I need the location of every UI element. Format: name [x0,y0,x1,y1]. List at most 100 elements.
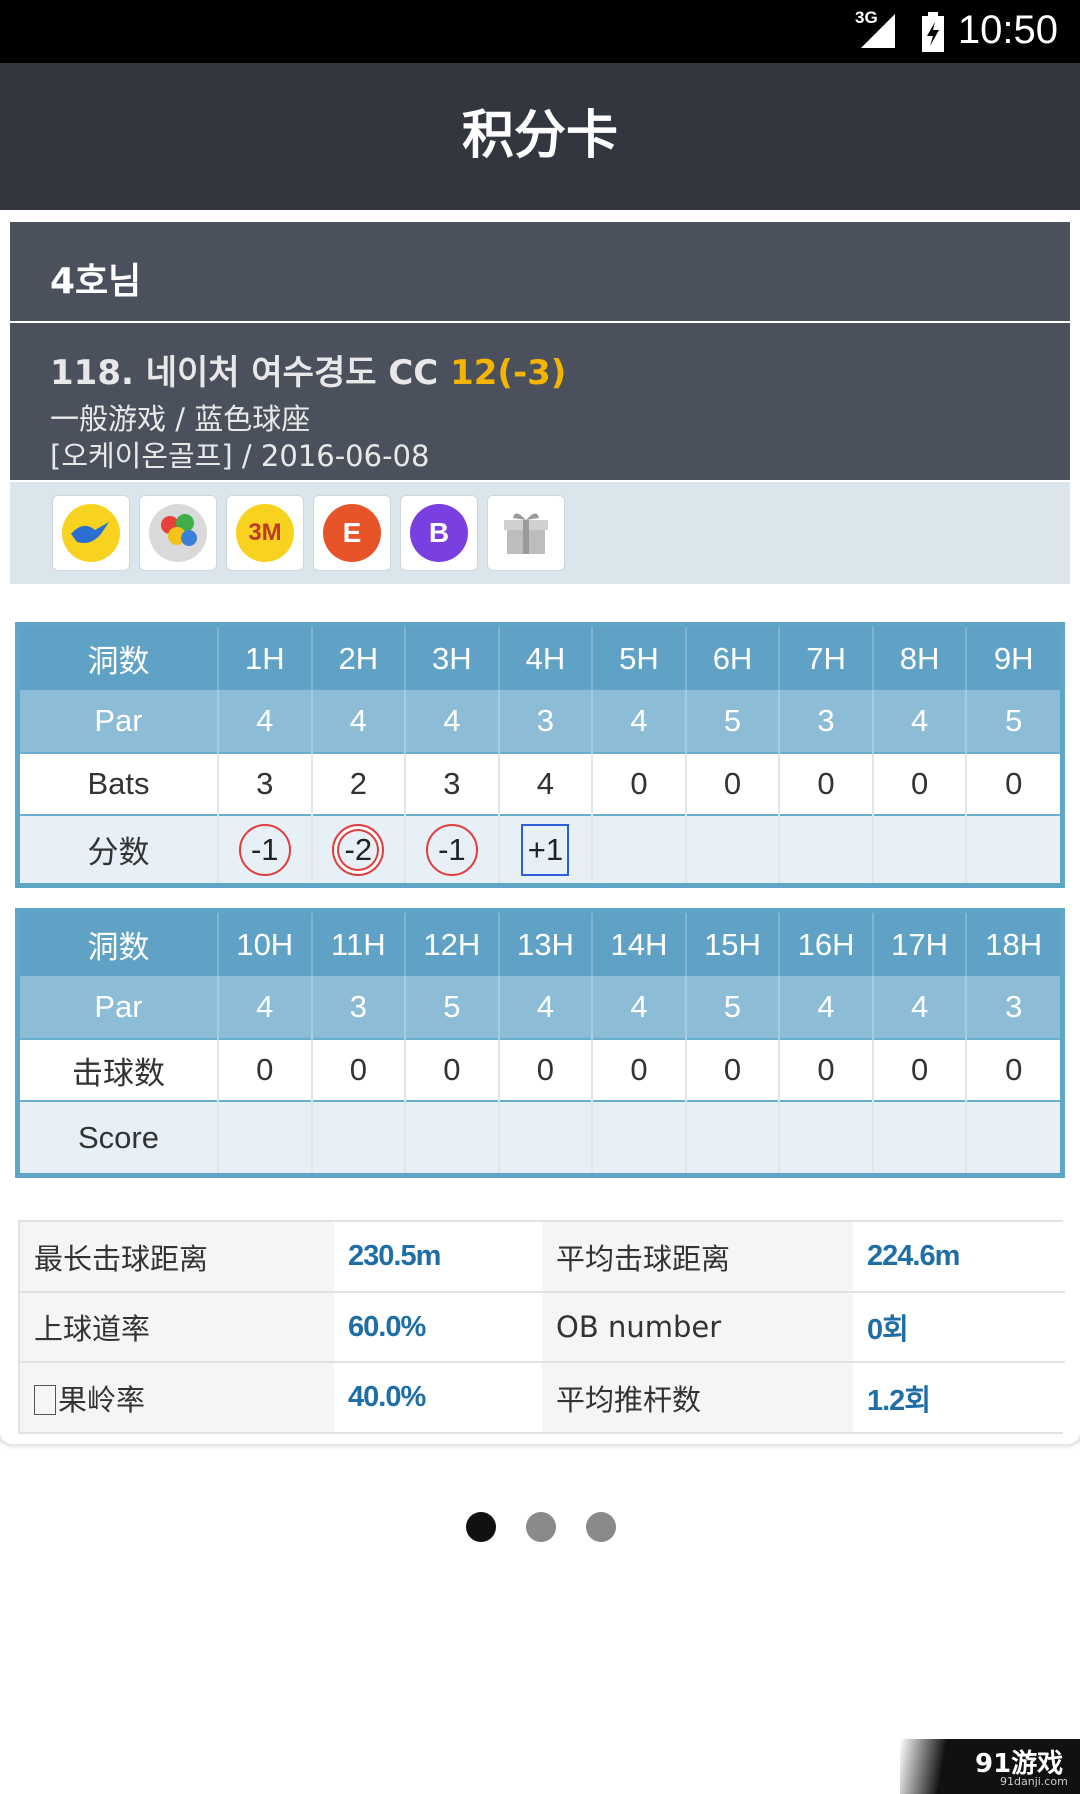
stats-row: 果岭率 40.0% 平均推杆数 1.2회 [20,1362,1065,1432]
birdie-mark: -1 [425,823,478,876]
par-cell: 4 [218,976,313,1039]
avg-putts-label: 平均推杆数 [542,1362,853,1432]
score-cell [966,1100,1060,1173]
bats-cell: 3 [218,752,313,815]
score-label: Score [20,1100,219,1173]
avg-putts-value: 1.2회 [853,1362,1065,1432]
bats-cell: 0 [966,752,1060,815]
score-cell [498,1100,594,1173]
page-dot-1[interactable] [466,1512,496,1542]
balloons-icon [149,504,207,562]
front-score-row: 分数 -1 -2 -1 +1 [20,814,1060,883]
green-rate-label: 果岭率 [20,1362,334,1432]
hole-cell: 14H [592,913,687,976]
hole-cell: 17H [872,913,968,976]
badge-b[interactable]: B [400,495,478,571]
par-cell: 4 [498,976,594,1039]
page-dot-2[interactable] [526,1512,556,1542]
par-cell: 5 [966,690,1060,753]
par-label: Par [20,976,219,1039]
3m-badge-icon: 3M [236,504,294,562]
holes-label: 洞数 [20,913,219,976]
course-date: [오케이온골프] / 2016-06-08 [50,439,430,473]
bats-cell: 0 [498,1038,594,1101]
back-nine-table: 洞数 10H 11H 12H 13H 14H 15H 16H 17H 18H P… [15,908,1065,1178]
hole-cell: 7H [779,627,874,690]
score-cell [966,814,1060,883]
avg-drive-value: 224.6m [853,1222,1065,1293]
par-cell: 4 [218,690,313,753]
bats-cell: 0 [685,1038,781,1101]
hole-cell: 16H [779,913,874,976]
par-cell: 3 [311,976,407,1039]
hole-cell: 11H [311,913,407,976]
badge-gift[interactable] [487,495,565,571]
par-cell: 3 [966,976,1060,1039]
e-badge-icon: E [323,504,381,562]
battery-icon [921,12,945,52]
bats-cell: 0 [685,752,781,815]
bats-cell: 0 [592,1038,687,1101]
holes-label: 洞数 [20,627,219,690]
content-area: 4호님 118. 네이처 여수경도 CC 12(-3) 一般游戏 / 蓝色球座 … [0,210,1080,1444]
bats-cell: 0 [779,752,874,815]
bats-label: Bats [20,752,219,815]
avg-drive-label: 平均击球距离 [542,1222,853,1293]
back-score-row: Score [20,1100,1060,1173]
course-name: 118. 네이처 여수경도 CC [50,353,439,393]
bats-cell: 0 [872,752,968,815]
score-cell [592,1100,687,1173]
badge-e[interactable]: E [313,495,391,571]
badge-3m[interactable]: 3M [226,495,304,571]
birdie-mark: -1 [238,823,291,876]
badge-bird[interactable] [52,495,130,571]
page-dot-3[interactable] [586,1512,616,1542]
score-cell [218,1100,313,1173]
par-cell: 4 [592,976,687,1039]
bats-cell: 0 [779,1038,874,1101]
stats-table: 最长击球距离 230.5m 平均击球距离 224.6m 上球道率 60.0% O… [18,1220,1065,1434]
longest-drive-value: 230.5m [334,1222,542,1293]
bogey-mark: +1 [521,823,570,876]
hole-cell: 3H [405,627,500,690]
bats-cell: 0 [311,1038,407,1101]
watermark-url: 91danji.com [1000,1775,1068,1788]
back-par-row: Par 4 3 5 4 4 5 4 4 3 [20,976,1060,1039]
watermark: 91游戏 91danji.com [900,1739,1080,1794]
score-cell [592,814,687,883]
badge-balloons[interactable] [139,495,217,571]
score-cell: -1 [405,814,500,883]
bats-cell: 3 [405,752,500,815]
fairway-rate-label: 上球道率 [20,1292,334,1363]
hole-cell: 6H [685,627,781,690]
par-cell: 3 [498,690,594,753]
par-cell: 4 [405,690,500,753]
course-score: 12(-3) [450,353,567,393]
back-holes-row: 洞数 10H 11H 12H 13H 14H 15H 16H 17H 18H [20,913,1060,976]
score-cell: -2 [311,814,407,883]
hole-cell: 1H [218,627,313,690]
hole-cell: 12H [405,913,500,976]
bats-cell: 4 [498,752,594,815]
bird-icon [62,504,120,562]
ob-number-label: OB number [542,1292,853,1363]
badge-row: 3M E B [10,482,1070,584]
b-badge-icon: B [410,504,468,562]
par-cell: 5 [405,976,500,1039]
par-cell: 3 [779,690,874,753]
hole-cell: 4H [498,627,594,690]
signal-icon: 3G [855,8,901,50]
hole-cell: 9H [966,627,1060,690]
hole-cell: 13H [498,913,594,976]
page-title: 积分卡 [461,106,618,166]
course-info: 118. 네이처 여수경도 CC 12(-3) 一般游戏 / 蓝色球座 [오케이… [10,323,1070,480]
back-bats-row: 击球数 0 0 0 0 0 0 0 0 0 [20,1038,1060,1101]
scorecard-card: 4호님 118. 네이처 여수경도 CC 12(-3) 一般游戏 / 蓝色球座 … [0,210,1080,1444]
hole-cell: 2H [311,627,407,690]
ob-number-value: 0회 [853,1292,1065,1363]
bats-cell: 0 [966,1038,1060,1101]
bats-cell: 0 [218,1038,313,1101]
stats-row: 最长击球距离 230.5m 平均击球距离 224.6m [20,1222,1065,1293]
status-bar: 3G 10:50 [0,0,1080,63]
score-cell [872,814,968,883]
